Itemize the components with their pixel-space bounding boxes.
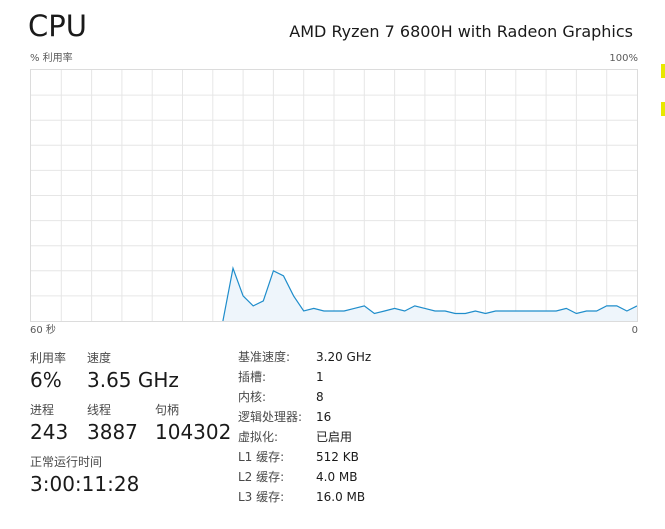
detail-key: 插槽:: [238, 370, 267, 384]
uptime-value: 3:00:11:28: [30, 472, 140, 496]
detail-row: L3 缓存: 16.0 MB: [238, 487, 371, 507]
cpu-model-name: AMD Ryzen 7 6800H with Radeon Graphics: [289, 22, 633, 41]
detail-key: L1 缓存:: [238, 450, 285, 464]
detail-value: 已启用: [316, 430, 353, 444]
detail-value: 1: [316, 370, 324, 384]
detail-key: 内核:: [238, 390, 267, 404]
utilization-value: 6%: [30, 368, 62, 392]
detail-row: L1 缓存: 512 KB: [238, 447, 371, 467]
detail-key: L2 缓存:: [238, 470, 285, 484]
detail-value: 512 KB: [316, 450, 359, 464]
edge-highlight-marker: [661, 102, 665, 116]
speed-label: 速度: [87, 351, 112, 365]
detail-row: 插槽: 1: [238, 367, 371, 387]
detail-value: 16: [316, 410, 332, 424]
y-axis-max-label: 100%: [609, 53, 638, 64]
detail-row: 基准速度: 3.20 GHz: [238, 347, 371, 367]
detail-key: 基准速度:: [238, 350, 291, 364]
threads-label: 线程: [87, 403, 112, 417]
detail-row: 内核: 8: [238, 387, 371, 407]
detail-row: L2 缓存: 4.0 MB: [238, 467, 371, 487]
detail-row: 虚拟化: 已启用: [238, 427, 371, 447]
threads-value: 3887: [87, 420, 138, 444]
detail-row: 逻辑处理器: 16: [238, 407, 371, 427]
processes-value: 243: [30, 420, 69, 444]
handles-label: 句柄: [155, 403, 180, 417]
detail-key: 逻辑处理器:: [238, 410, 303, 424]
handles-value: 104302: [155, 420, 232, 444]
processes-label: 进程: [30, 403, 55, 417]
detail-value: 3.20 GHz: [316, 350, 372, 364]
y-axis-label: % 利用率: [30, 53, 73, 64]
cpu-utilization-graph: [30, 69, 638, 322]
detail-value: 4.0 MB: [316, 470, 358, 484]
details-list: 基准速度: 3.20 GHz 插槽: 1 内核: 8 逻辑处理器: 16 虚拟化: 已启用…: [238, 347, 371, 507]
detail-key: L3 缓存:: [238, 490, 285, 504]
cpu-utilization-chart: [31, 70, 637, 321]
detail-value: 16.0 MB: [316, 490, 366, 504]
utilization-label: 利用率: [30, 351, 67, 365]
x-axis-left-label: 60 秒: [30, 325, 56, 336]
detail-value: 8: [316, 390, 324, 404]
detail-key: 虚拟化:: [238, 430, 279, 444]
edge-highlight-marker: [661, 64, 665, 78]
speed-value: 3.65 GHz: [87, 368, 179, 392]
uptime-label: 正常运行时间: [30, 455, 103, 469]
x-axis-right-label: 0: [631, 325, 638, 336]
page-title: CPU: [28, 9, 87, 43]
